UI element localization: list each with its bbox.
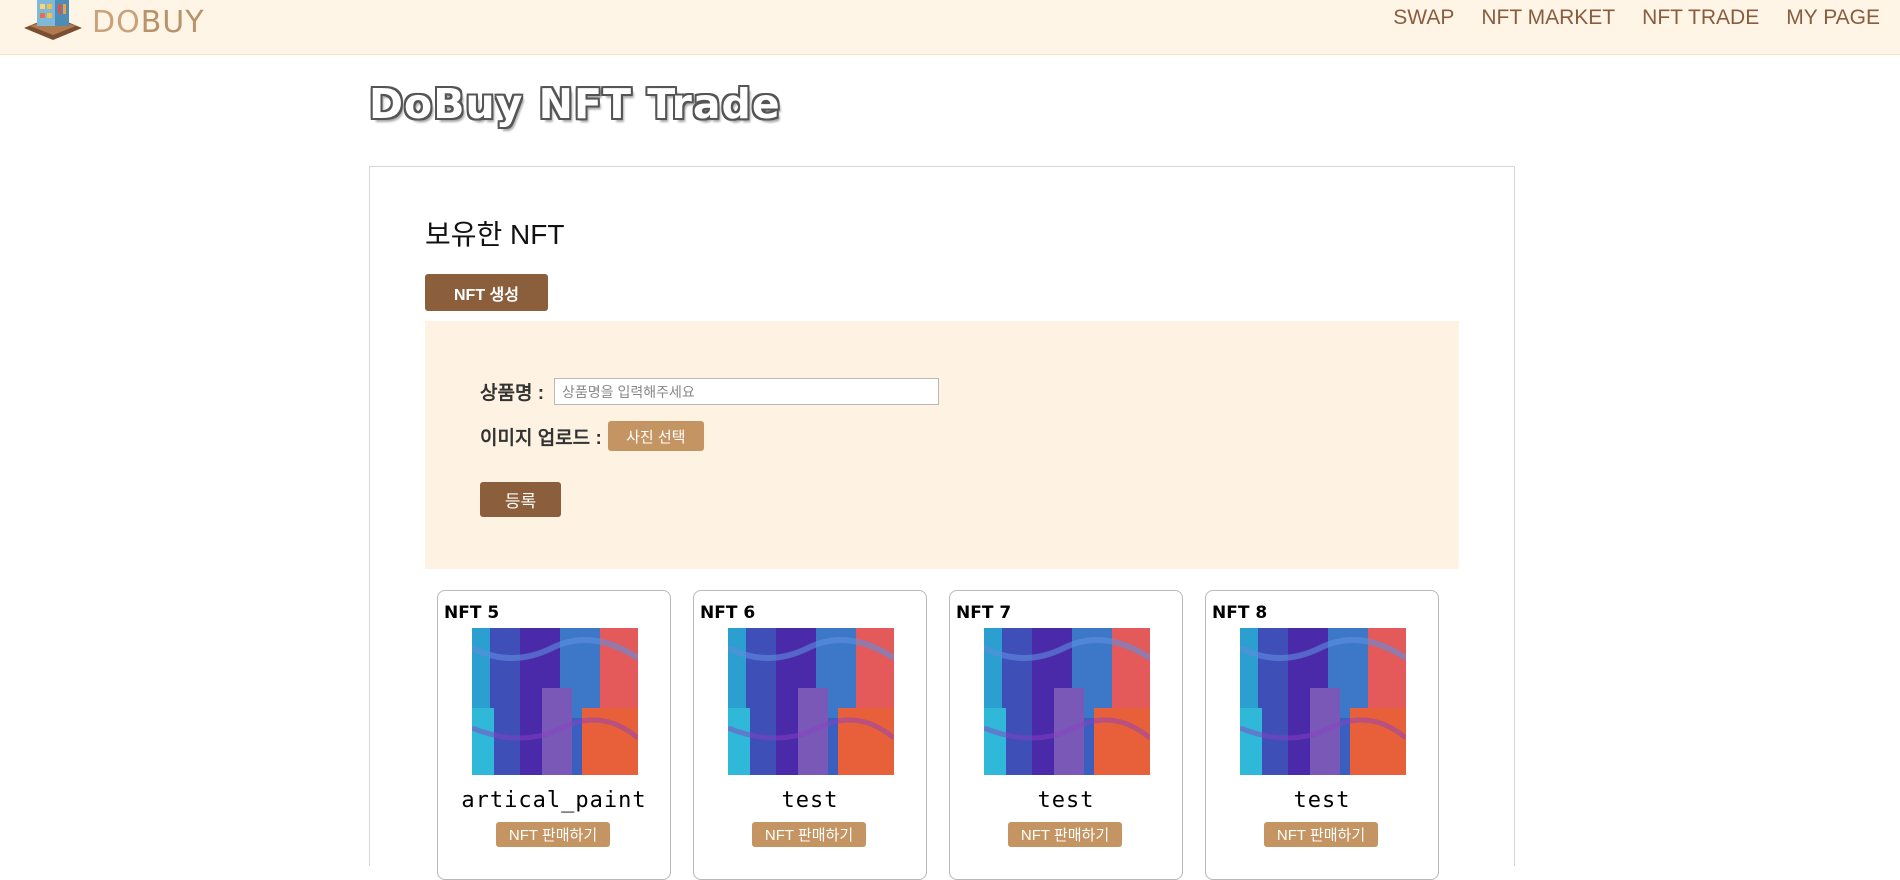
nft-id: NFT 7 xyxy=(956,603,1012,623)
nft-card: NFT 6 test NFT 판매하기 xyxy=(693,590,927,880)
nft-card: NFT 5 artical_paint NFT 판매하기 xyxy=(437,590,671,880)
nft-card: NFT 7 test NFT 판매하기 xyxy=(949,590,1183,880)
nav-nft-market[interactable]: NFT MARKET xyxy=(1481,6,1615,30)
nav-my-page[interactable]: MY PAGE xyxy=(1786,6,1880,30)
nft-id: NFT 5 xyxy=(444,603,500,623)
nft-image xyxy=(472,628,638,775)
product-name-input[interactable] xyxy=(554,378,940,405)
nft-image xyxy=(1240,628,1406,775)
top-navbar: DOBUY SWAP NFT MARKET NFT TRADE MY PAGE xyxy=(0,0,1900,55)
nft-card: NFT 8 test NFT 판매하기 xyxy=(1205,590,1439,880)
section-title: 보유한 NFT xyxy=(425,219,565,250)
name-label: 상품명 : xyxy=(480,383,545,404)
name-row: 상품명 : xyxy=(480,378,940,405)
nav-nft-trade[interactable]: NFT TRADE xyxy=(1642,6,1759,30)
nft-create-form: 상품명 : 이미지 업로드 : 사진 선택 등록 xyxy=(425,321,1459,569)
nft-name: test xyxy=(1037,788,1095,813)
page-title: DoBuy NFT Trade xyxy=(369,80,781,128)
nft-id: NFT 8 xyxy=(1212,603,1268,623)
logo-text: DOBUY xyxy=(92,4,205,40)
nft-card-list: NFT 5 artical_paint NFT 판매하기 NFT 6 test … xyxy=(437,590,1439,880)
logo[interactable]: DOBUY xyxy=(20,0,205,44)
select-photo-button[interactable]: 사진 선택 xyxy=(607,421,704,451)
nft-name: test xyxy=(781,788,839,813)
nft-image xyxy=(984,628,1150,775)
sell-nft-button[interactable]: NFT 판매하기 xyxy=(496,822,610,847)
sell-nft-button[interactable]: NFT 판매하기 xyxy=(1264,822,1378,847)
owned-nft-panel: 보유한 NFT NFT 생성 상품명 : 이미지 업로드 : 사진 선택 등록 … xyxy=(369,166,1515,880)
store-logo-icon xyxy=(20,0,86,44)
register-button[interactable]: 등록 xyxy=(480,482,561,517)
image-upload-label: 이미지 업로드 : xyxy=(480,427,602,449)
nft-name: test xyxy=(1293,788,1351,813)
create-nft-button[interactable]: NFT 생성 xyxy=(425,274,548,311)
main-nav: SWAP NFT MARKET NFT TRADE MY PAGE xyxy=(1393,6,1880,30)
nft-id: NFT 6 xyxy=(700,603,756,623)
nav-swap[interactable]: SWAP xyxy=(1393,6,1454,30)
nft-image xyxy=(728,628,894,775)
nft-name: artical_paint xyxy=(461,788,647,813)
sell-nft-button[interactable]: NFT 판매하기 xyxy=(752,822,866,847)
sell-nft-button[interactable]: NFT 판매하기 xyxy=(1008,822,1122,847)
image-row: 이미지 업로드 : 사진 선택 xyxy=(480,421,704,451)
